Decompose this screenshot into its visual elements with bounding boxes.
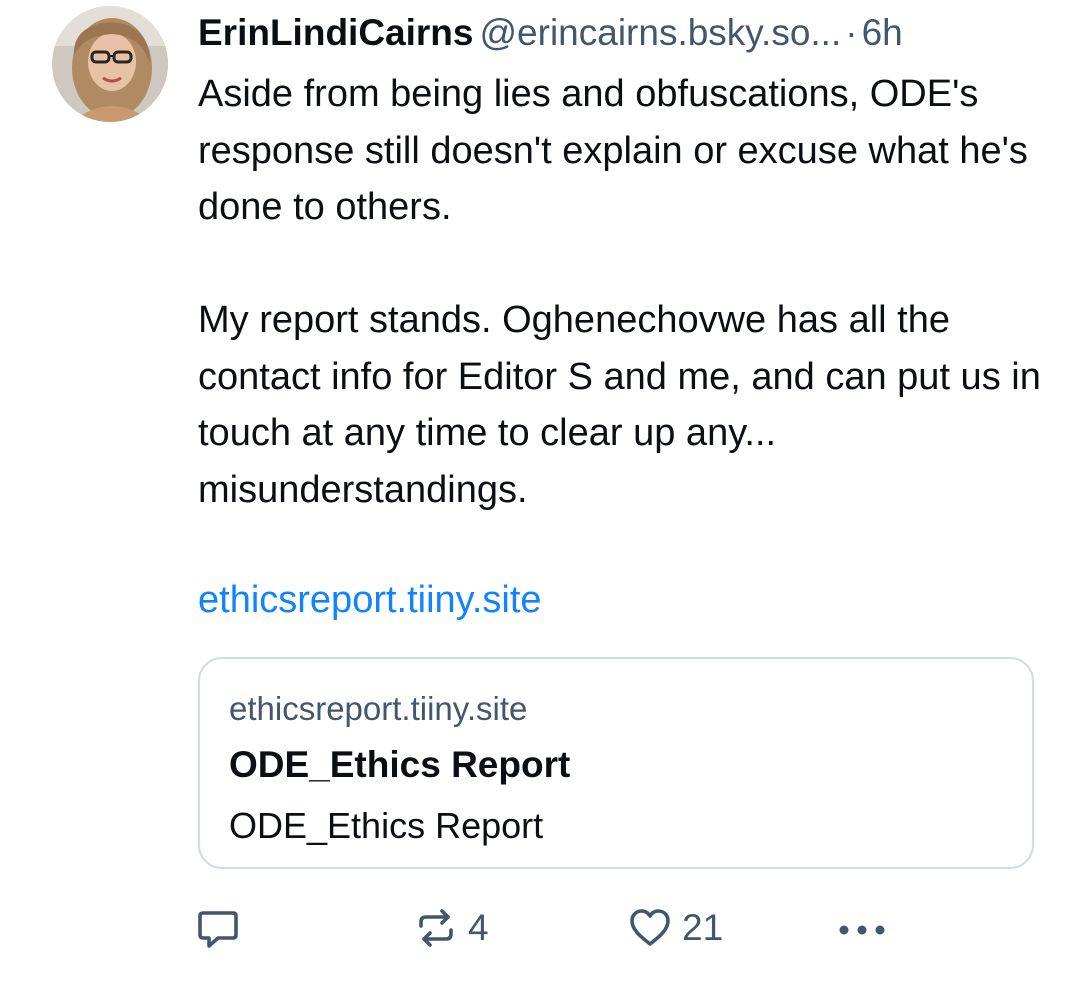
repost-count: 4	[468, 907, 489, 948]
avatar-photo-icon	[52, 6, 168, 122]
more-icon	[839, 925, 885, 935]
repost-button[interactable]: 4	[412, 898, 489, 958]
author-display-name[interactable]: ErinLindiCairns	[198, 12, 473, 53]
link-preview-card[interactable]: ethicsreport.tiiny.site ODE_Ethics Repor…	[198, 657, 1034, 869]
more-options-button[interactable]	[836, 898, 888, 958]
author-handle[interactable]: @erincairns.bsky.so...	[479, 12, 841, 53]
post-timestamp[interactable]: 6h	[862, 12, 903, 53]
avatar[interactable]	[52, 6, 168, 122]
like-button[interactable]: 21	[626, 898, 723, 958]
reply-button[interactable]	[194, 898, 250, 958]
like-count: 21	[682, 907, 724, 948]
post-paragraph: My report stands. Oghenechovwe has all t…	[198, 299, 1041, 511]
card-domain: ethicsreport.tiiny.site	[229, 690, 528, 727]
card-title: ODE_Ethics Report	[229, 744, 571, 785]
card-description: ODE_Ethics Report	[229, 805, 544, 846]
post-link[interactable]: ethicsreport.tiiny.site	[198, 572, 542, 628]
post-header: ErinLindiCairns @erincairns.bsky.so... · 6h	[198, 8, 1048, 58]
reply-icon	[198, 911, 238, 948]
header-separator: ·	[845, 12, 858, 53]
post-text: Aside from being lies and obfuscations, …	[198, 66, 1048, 518]
post-actions: 4 21	[194, 898, 1054, 958]
post-paragraph: Aside from being lies and obfuscations, …	[198, 73, 1028, 228]
post[interactable]: ErinLindiCairns @erincairns.bsky.so... · 6h…	[0, 0, 1080, 983]
heart-icon	[630, 909, 670, 946]
repost-icon	[419, 909, 453, 947]
